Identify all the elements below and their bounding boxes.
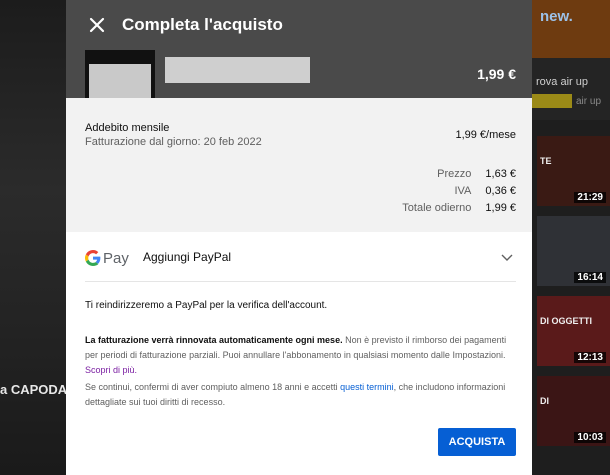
product-title-redacted — [165, 57, 310, 83]
breakdown-label: IVA — [454, 185, 472, 197]
close-button[interactable] — [86, 14, 108, 36]
redirect-notice: Ti reindirizzeremo a PayPal per la verif… — [85, 300, 328, 311]
ad-subtitle: air up — [576, 96, 602, 107]
breakdown-label: Prezzo — [437, 168, 472, 180]
video-thumbnail: DI 10:03 — [537, 376, 610, 446]
ad-button — [532, 94, 572, 108]
terms-notice: Se continui, confermi di aver compiuto a… — [85, 380, 517, 410]
google-pay-wordmark: Pay — [103, 249, 129, 267]
breakdown-row: Prezzo 1,63 € — [356, 168, 516, 185]
promo-banner-text: new. — [540, 8, 573, 25]
renewal-notice: La fatturazione verrà rinnovata automati… — [85, 333, 517, 378]
payment-method-label: Aggiungi PayPal — [143, 250, 232, 264]
breakdown-value: 0,36 € — [485, 185, 516, 197]
purchase-button[interactable]: ACQUISTA — [438, 428, 516, 456]
order-summary: Addebito mensile Fatturazione dal giorno… — [66, 98, 532, 232]
google-pay-logo: Pay — [85, 249, 129, 267]
video-duration: 12:13 — [574, 352, 606, 363]
price-breakdown: Prezzo 1,63 € IVA 0,36 € Totale odierno … — [356, 168, 516, 219]
breakdown-row: Totale odierno 1,99 € — [356, 202, 516, 219]
ad-title: rova air up — [536, 76, 588, 88]
video-duration: 21:29 — [574, 192, 606, 203]
terms-link[interactable]: questi termini — [340, 382, 394, 392]
purchase-dialog: Completa l'acquisto 1,99 € Addebito mens… — [66, 0, 532, 475]
video-thumbnail: TE 21:29 — [537, 136, 610, 206]
google-g-icon — [85, 250, 101, 266]
promo-banner: new. — [532, 0, 610, 58]
thumbnail-caption: DI — [540, 396, 549, 406]
billing-label: Addebito mensile — [85, 122, 170, 134]
video-duration: 16:14 — [574, 272, 606, 283]
dialog-header: Completa l'acquisto 1,99 € — [66, 0, 532, 120]
breakdown-value: 1,99 € — [485, 202, 516, 214]
video-duration: 10:03 — [574, 432, 606, 443]
close-icon — [89, 17, 105, 33]
thumbnail-caption: TE — [540, 156, 552, 166]
monthly-price: 1,99 €/mese — [455, 129, 516, 141]
video-player-area — [0, 0, 66, 475]
video-thumbnail: DI OGGETTI 12:13 — [537, 296, 610, 366]
payment-method-selector[interactable]: Pay Aggiungi PayPal — [85, 232, 516, 282]
video-thumbnail: 16:14 — [537, 216, 610, 286]
ad-card: rova air up air up — [532, 58, 610, 120]
billing-date: Fatturazione dal giorno: 20 feb 2022 — [85, 136, 262, 148]
breakdown-value: 1,63 € — [485, 168, 516, 180]
learn-more-link[interactable]: Scopri di più. — [85, 365, 137, 375]
header-price: 1,99 € — [477, 66, 516, 82]
video-title-fragment: a CAPODA — [0, 382, 66, 397]
chevron-down-icon — [501, 254, 513, 261]
renewal-notice-bold: La fatturazione verrà rinnovata automati… — [85, 335, 343, 345]
dialog-title: Completa l'acquisto — [122, 15, 283, 34]
thumbnail-caption: DI OGGETTI — [540, 316, 593, 326]
terms-text-before: Se continui, confermi di aver compiuto a… — [85, 382, 341, 392]
breakdown-row: IVA 0,36 € — [356, 185, 516, 202]
breakdown-label: Totale odierno — [402, 202, 472, 214]
